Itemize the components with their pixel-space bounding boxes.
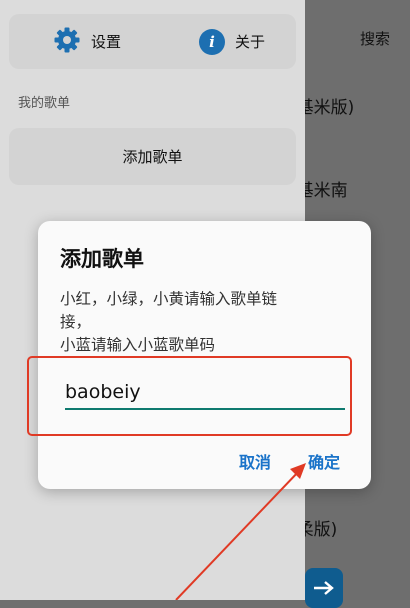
annotation-arrow xyxy=(175,463,306,600)
